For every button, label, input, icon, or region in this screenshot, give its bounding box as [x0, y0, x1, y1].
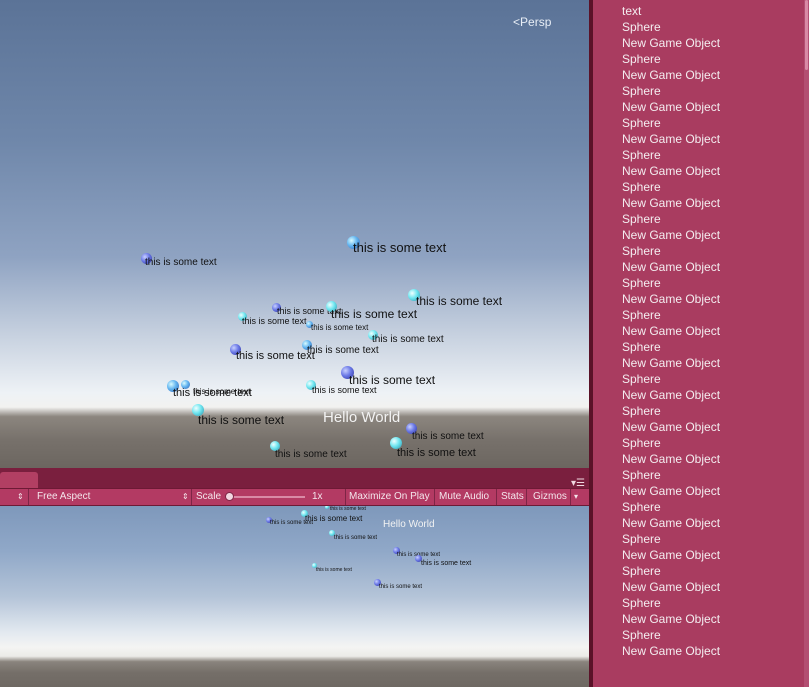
- text-mesh-label[interactable]: this is some text: [416, 294, 502, 308]
- text-mesh-label[interactable]: this is some text: [312, 385, 377, 395]
- text-mesh-label[interactable]: this is some text: [421, 560, 471, 567]
- hierarchy-item[interactable]: Sphere: [622, 148, 661, 162]
- hierarchy-item[interactable]: New Game Object: [622, 36, 720, 50]
- hierarchy-item[interactable]: New Game Object: [622, 356, 720, 370]
- hierarchy-item[interactable]: Sphere: [622, 340, 661, 354]
- hierarchy-item[interactable]: Sphere: [622, 244, 661, 258]
- hierarchy-item[interactable]: New Game Object: [622, 548, 720, 562]
- hierarchy-item[interactable]: Sphere: [622, 404, 661, 418]
- hierarchy-item[interactable]: New Game Object: [622, 388, 720, 402]
- text-mesh-label[interactable]: this is some text: [397, 447, 476, 459]
- text-mesh-label[interactable]: this is some text: [330, 506, 366, 512]
- perspective-icon: <: [513, 15, 521, 29]
- sphere-object[interactable]: [325, 506, 329, 509]
- hierarchy-item[interactable]: Sphere: [622, 180, 661, 194]
- hierarchy-item[interactable]: New Game Object: [622, 260, 720, 274]
- hello-world-text[interactable]: Hello World: [323, 409, 400, 426]
- hierarchy-item[interactable]: text: [622, 4, 641, 18]
- hierarchy-item[interactable]: Sphere: [622, 468, 661, 482]
- game-view[interactable]: this is some text this is some text this i…: [0, 506, 589, 687]
- hierarchy-item[interactable]: Sphere: [622, 20, 661, 34]
- hierarchy-item[interactable]: Sphere: [622, 84, 661, 98]
- scale-value: 1x: [312, 491, 323, 502]
- hierarchy-item[interactable]: Sphere: [622, 436, 661, 450]
- maximize-on-play-toggle[interactable]: Maximize On Play: [346, 489, 435, 505]
- aspect-dropdown[interactable]: Free Aspect ⇕: [29, 489, 192, 505]
- text-mesh-label[interactable]: this is some text: [198, 413, 284, 427]
- scale-slider-track[interactable]: [229, 496, 305, 498]
- text-mesh-label[interactable]: this is some text: [311, 323, 368, 332]
- hierarchy-item[interactable]: Sphere: [622, 116, 661, 130]
- text-mesh-label[interactable]: this is some text: [316, 567, 352, 573]
- mute-audio-label: Mute Audio: [439, 491, 490, 502]
- text-mesh-label[interactable]: this is some text: [334, 535, 377, 541]
- stats-label: Stats: [501, 491, 524, 502]
- tab-game[interactable]: [0, 472, 38, 488]
- hierarchy-scroll-thumb[interactable]: [805, 0, 808, 70]
- hierarchy-item[interactable]: New Game Object: [622, 100, 720, 114]
- hierarchy-item[interactable]: Sphere: [622, 52, 661, 66]
- hierarchy-item[interactable]: Sphere: [622, 500, 661, 514]
- hierarchy-item[interactable]: New Game Object: [622, 420, 720, 434]
- text-mesh-label[interactable]: this is some text: [331, 307, 417, 321]
- text-mesh-label[interactable]: this is some text: [307, 345, 379, 356]
- hierarchy-item[interactable]: New Game Object: [622, 228, 720, 242]
- maximize-on-play-label: Maximize On Play: [349, 491, 430, 502]
- text-mesh-label[interactable]: this is some text: [305, 514, 362, 523]
- text-mesh-label[interactable]: this is some text: [379, 584, 422, 590]
- text-mesh-label[interactable]: this is some text: [242, 316, 307, 326]
- hierarchy-item[interactable]: New Game Object: [622, 484, 720, 498]
- hierarchy-item[interactable]: New Game Object: [622, 324, 720, 338]
- game-tab-strip: [0, 468, 589, 488]
- text-mesh-label[interactable]: this is some text: [275, 449, 347, 460]
- text-mesh-label[interactable]: this is some text: [270, 520, 313, 526]
- text-mesh-label[interactable]: this is some text: [236, 350, 315, 362]
- dropdown-arrow-icon: ⇕: [182, 492, 189, 501]
- dropdown-arrow-icon: ⇕: [17, 492, 24, 501]
- gizmos-dropdown[interactable]: ▾: [571, 489, 585, 505]
- text-mesh-label[interactable]: this is some text: [412, 431, 484, 442]
- hierarchy-item[interactable]: New Game Object: [622, 164, 720, 178]
- hierarchy-item[interactable]: New Game Object: [622, 196, 720, 210]
- hierarchy-item[interactable]: Sphere: [622, 628, 661, 642]
- hierarchy-item[interactable]: Sphere: [622, 212, 661, 226]
- hierarchy-item[interactable]: New Game Object: [622, 132, 720, 146]
- hierarchy-item[interactable]: New Game Object: [622, 644, 720, 658]
- hierarchy-item[interactable]: New Game Object: [622, 68, 720, 82]
- display-dropdown[interactable]: ⇕: [0, 489, 29, 505]
- text-mesh-label[interactable]: this is some text: [145, 257, 217, 268]
- text-mesh-label[interactable]: this is some text: [193, 387, 250, 396]
- projection-toggle[interactable]: <Persp: [513, 15, 551, 29]
- hierarchy-item[interactable]: Sphere: [622, 308, 661, 322]
- panel-border[interactable]: [589, 0, 593, 687]
- scale-label: Scale: [196, 491, 222, 502]
- hierarchy-scrollbar[interactable]: [804, 0, 809, 687]
- hierarchy-item[interactable]: Sphere: [622, 596, 661, 610]
- stats-toggle[interactable]: Stats: [497, 489, 527, 505]
- scale-slider-thumb[interactable]: [225, 492, 234, 501]
- mute-audio-toggle[interactable]: Mute Audio: [435, 489, 497, 505]
- hierarchy-item[interactable]: Sphere: [622, 372, 661, 386]
- game-toolbar: ⇕ Free Aspect ⇕ Scale 1x Maximize On Pla…: [0, 488, 589, 506]
- scene-view[interactable]: <Persp this is some text this is some tex…: [0, 0, 589, 468]
- hierarchy-item[interactable]: Sphere: [622, 276, 661, 290]
- hierarchy-item[interactable]: New Game Object: [622, 612, 720, 626]
- gizmos-toggle[interactable]: Gizmos: [527, 489, 571, 505]
- hello-world-text: Hello World: [383, 519, 435, 530]
- gizmos-label: Gizmos: [533, 491, 567, 502]
- hierarchy-item[interactable]: New Game Object: [622, 516, 720, 530]
- text-mesh-label[interactable]: this is some text: [353, 240, 446, 255]
- projection-label: Persp: [520, 15, 552, 29]
- aspect-label: Free Aspect: [37, 491, 91, 502]
- hierarchy-item[interactable]: New Game Object: [622, 580, 720, 594]
- dropdown-arrow-icon: ▾: [574, 492, 579, 501]
- hierarchy-item[interactable]: Sphere: [622, 564, 661, 578]
- hierarchy-item[interactable]: New Game Object: [622, 452, 720, 466]
- text-mesh-label[interactable]: this is some text: [372, 334, 444, 345]
- hierarchy-item[interactable]: Sphere: [622, 532, 661, 546]
- hierarchy-item[interactable]: New Game Object: [622, 292, 720, 306]
- sphere-object[interactable]: [181, 380, 190, 389]
